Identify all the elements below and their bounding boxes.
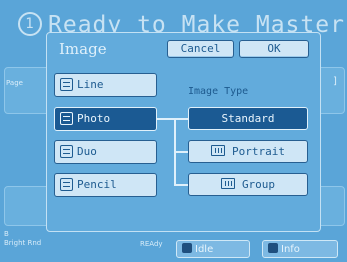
pencil-icon xyxy=(60,178,73,191)
idle-label: Idle xyxy=(195,244,214,255)
dialog-title: Image xyxy=(59,40,107,58)
mode-duo-label: Duo xyxy=(77,145,97,158)
type-standard-label: Standard xyxy=(221,112,275,125)
status-line-1: B xyxy=(4,230,9,238)
image-type-label: Image Type xyxy=(188,86,249,97)
group-icon xyxy=(220,178,235,189)
mode-line-label: Line xyxy=(77,78,104,91)
type-group-label: Group xyxy=(241,178,276,191)
mode-photo-label: Photo xyxy=(77,112,111,125)
connector-branch-portrait xyxy=(174,151,188,153)
right-bracket-label: ] xyxy=(333,76,337,87)
portrait-icon xyxy=(211,145,225,156)
cancel-button[interactable]: Cancel xyxy=(167,40,234,58)
mode-pencil-label: Pencil xyxy=(77,178,117,191)
connector-branch-group xyxy=(174,184,188,186)
duo-icon xyxy=(60,145,73,158)
ok-button[interactable]: OK xyxy=(239,40,309,58)
ready-text: REAdy xyxy=(140,240,163,248)
info-button[interactable]: Info xyxy=(262,240,338,258)
type-standard-button[interactable]: Standard xyxy=(188,107,308,130)
mode-line-button[interactable]: Line xyxy=(54,73,157,97)
header-number-badge: 1 xyxy=(18,12,42,36)
info-icon xyxy=(268,243,278,253)
page-label: Page xyxy=(6,79,23,87)
type-group-button[interactable]: Group xyxy=(188,173,308,196)
idle-button[interactable]: Idle xyxy=(176,240,250,258)
image-dialog: Image Cancel OK Line Photo Duo Pencil Im… xyxy=(46,32,321,232)
info-label: Info xyxy=(281,244,300,255)
status-line-2: Bright Rnd xyxy=(4,239,42,247)
background-status-text: B Bright Rnd xyxy=(4,230,41,248)
type-portrait-label: Portrait xyxy=(232,145,285,158)
connector-horizontal xyxy=(157,118,175,120)
mode-duo-button[interactable]: Duo xyxy=(54,140,157,164)
grid-icon xyxy=(182,243,192,253)
photo-icon xyxy=(60,112,73,125)
connector-branch-standard xyxy=(174,118,188,120)
type-portrait-button[interactable]: Portrait xyxy=(188,140,308,163)
mode-photo-button[interactable]: Photo xyxy=(54,107,157,131)
mode-pencil-button[interactable]: Pencil xyxy=(54,173,157,197)
line-icon xyxy=(60,78,73,91)
